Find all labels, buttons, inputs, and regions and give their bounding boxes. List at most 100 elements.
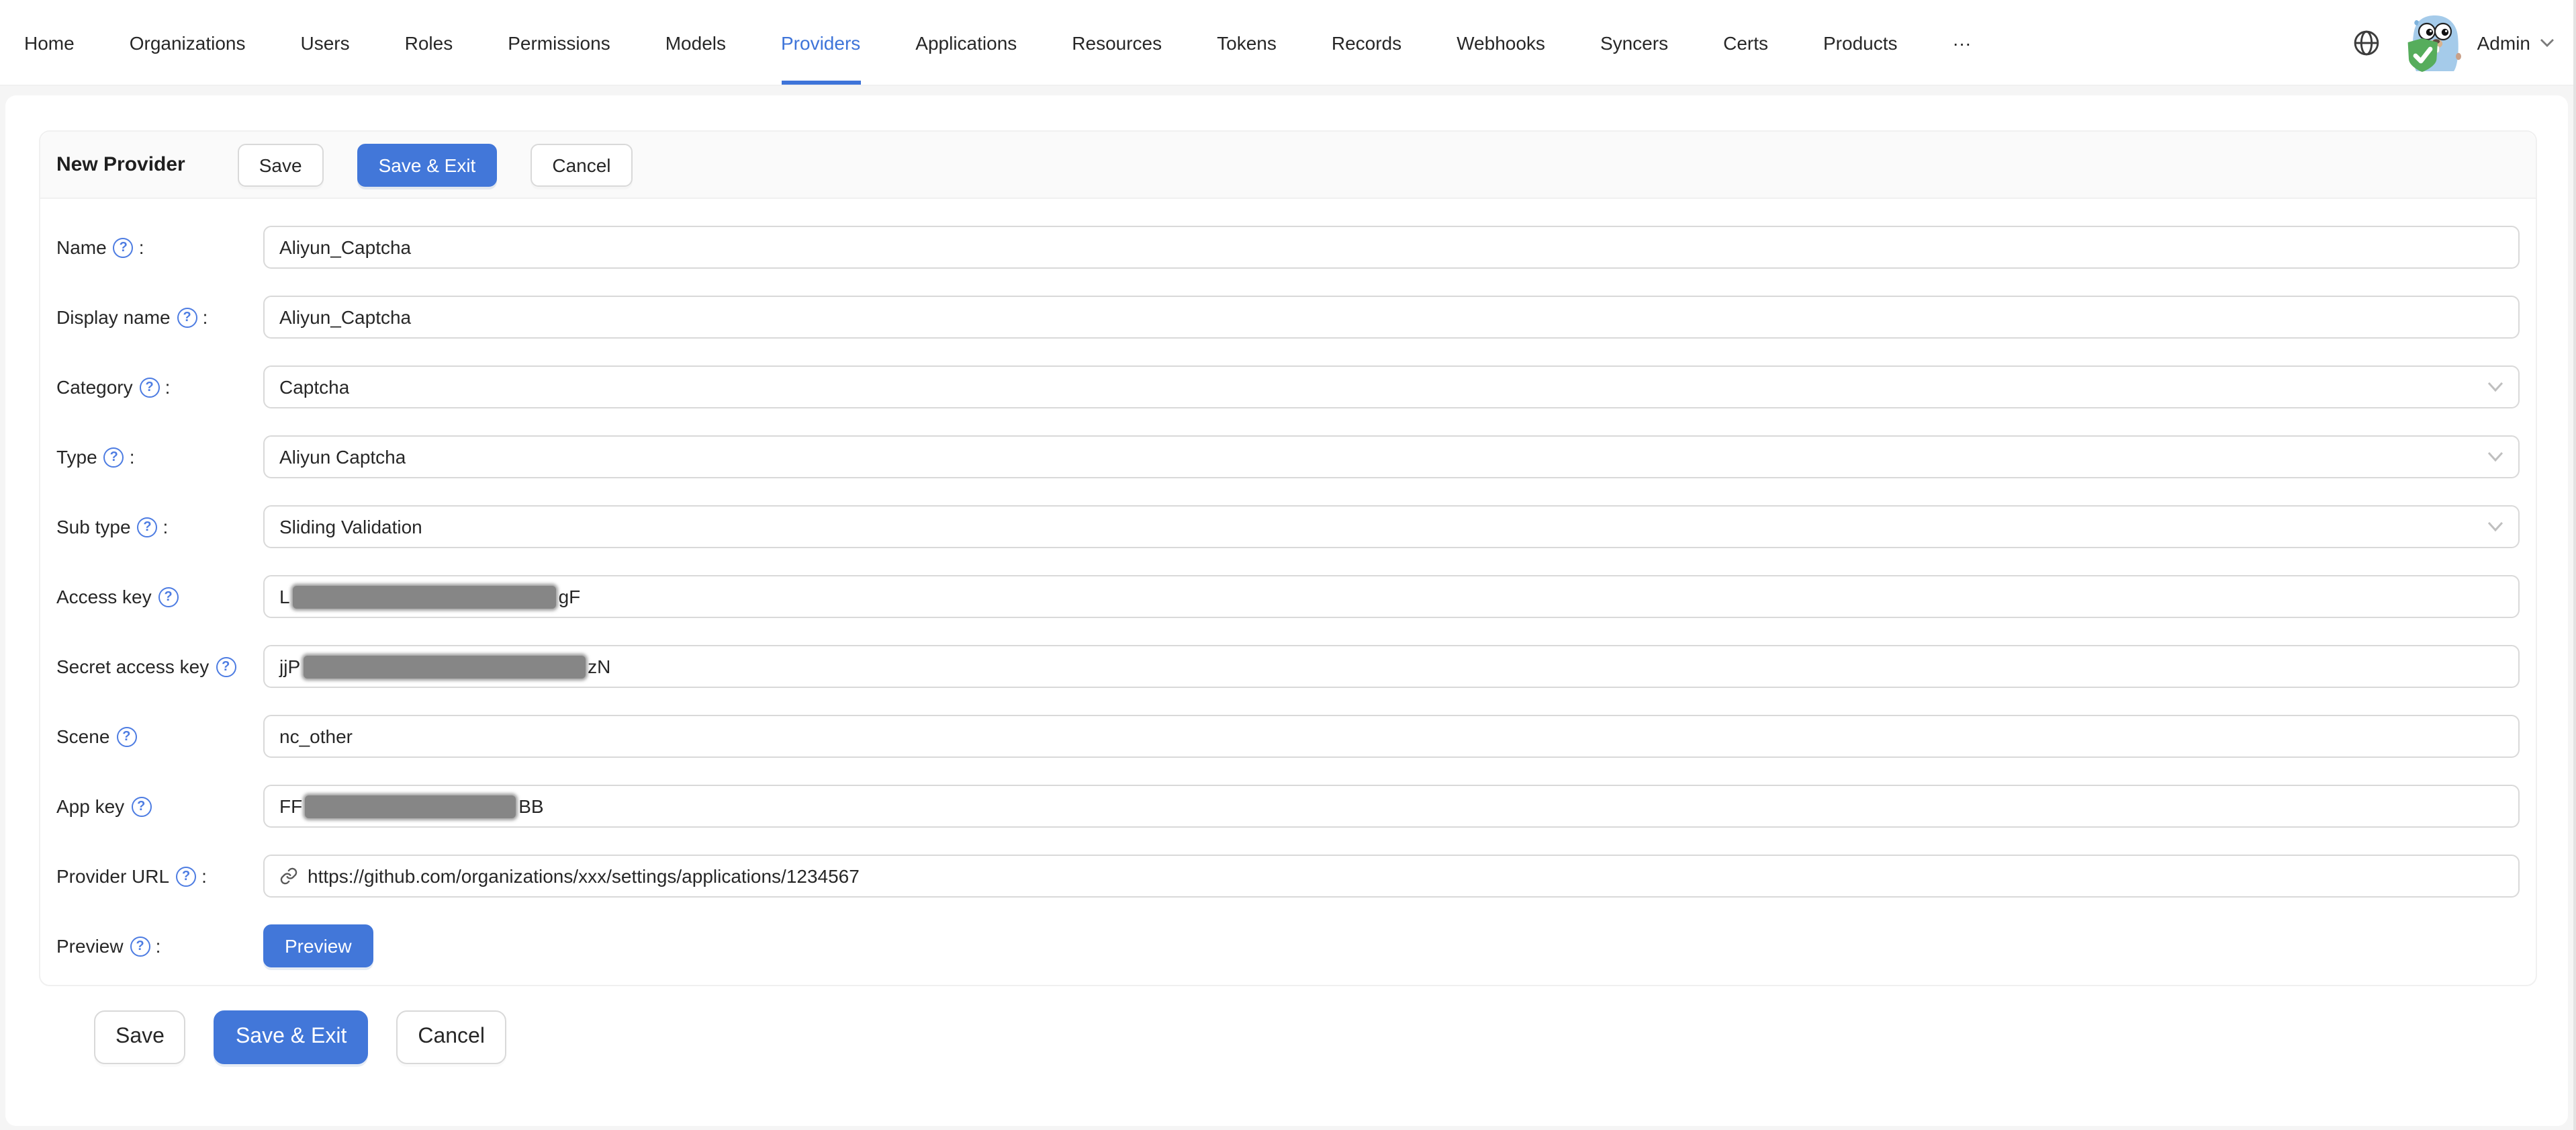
display-name-label: Display name ? : [56,306,263,328]
nav-item-overflow-ellipsis[interactable]: ··· [1953,0,1972,85]
top-nav: Home Organizations Users Roles Permissio… [0,0,2576,86]
cancel-button-bottom[interactable]: Cancel [396,1010,506,1064]
redaction-scribble [303,655,585,678]
value-prefix: L [279,586,290,607]
window-scrollbar[interactable] [2573,0,2576,1130]
secret-access-key-input[interactable]: jjP zN [263,645,2520,688]
field-row-name: Name ? : [56,226,2520,269]
question-circle-icon[interactable]: ? [116,726,136,746]
selected-value: Sliding Validation [279,516,422,537]
question-circle-icon[interactable]: ? [113,237,134,257]
scene-input[interactable] [263,715,2520,758]
access-key-label: Access key ? [56,586,263,607]
link-icon [279,867,298,885]
chevron-down-icon[interactable] [2540,37,2555,48]
name-input[interactable] [263,226,2520,269]
field-row-display-name: Display name ? : [56,296,2520,339]
secret-access-key-label: Secret access key ? [56,656,263,677]
question-circle-icon[interactable]: ? [177,307,197,327]
sub-type-select[interactable]: Sliding Validation [263,505,2520,548]
provider-url-label: Provider URL ? : [56,865,263,887]
save-and-exit-button-bottom[interactable]: Save & Exit [214,1010,368,1064]
label-text: Display name [56,306,171,328]
redaction-scribble [305,795,516,818]
label-text: Secret access key [56,656,209,677]
app-root: Home Organizations Users Roles Permissio… [0,0,2576,1130]
preview-label: Preview ? : [56,935,263,957]
save-button[interactable]: Save [238,143,324,186]
content-card: New Provider Save Save & Exit Cancel Nam… [5,95,2568,1126]
label-text: Provider URL [56,865,169,887]
access-key-input[interactable]: L gF [263,575,2520,618]
nav-item-roles[interactable]: Roles [405,0,453,85]
question-circle-icon[interactable]: ? [176,866,196,886]
field-row-scene: Scene ? [56,715,2520,758]
provider-edit-panel: New Provider Save Save & Exit Cancel Nam… [39,130,2537,986]
question-circle-icon[interactable]: ? [158,586,179,607]
label-text: Name [56,236,107,258]
category-select[interactable]: Captcha [263,365,2520,408]
save-button-bottom[interactable]: Save [94,1010,186,1064]
page-title: New Provider [56,153,185,176]
redaction-scribble [293,585,556,608]
question-circle-icon[interactable]: ? [216,656,236,677]
chevron-down-icon [2487,451,2503,463]
preview-button[interactable]: Preview [263,924,373,967]
nav-item-permissions[interactable]: Permissions [508,0,610,85]
globe-icon[interactable] [2352,28,2382,57]
question-circle-icon[interactable]: ? [130,936,150,956]
label-colon: : [201,865,207,887]
chevron-down-icon [2487,381,2503,393]
nav-menu: Home Organizations Users Roles Permissio… [24,0,1972,85]
nav-item-certs[interactable]: Certs [1723,0,1768,85]
nav-item-records[interactable]: Records [1332,0,1401,85]
nav-item-applications[interactable]: Applications [915,0,1017,85]
app-key-input[interactable]: FF BB [263,785,2520,828]
label-text: App key [56,795,124,817]
question-circle-icon[interactable]: ? [131,796,151,816]
nav-item-syncers[interactable]: Syncers [1600,0,1668,85]
provider-url-value: https://github.com/organizations/xxx/set… [308,865,860,887]
footer-actions: Save Save & Exit Cancel [94,1010,535,1064]
scene-label: Scene ? [56,726,263,747]
user-avatar[interactable] [2403,11,2465,73]
label-text: Preview [56,935,124,957]
display-name-input[interactable] [263,296,2520,339]
nav-right-section: Admin [2352,0,2576,85]
label-text: Scene [56,726,109,747]
selected-value: Captcha [279,376,349,398]
question-circle-icon[interactable]: ? [138,517,158,537]
name-label: Name ? : [56,236,263,258]
nav-item-models[interactable]: Models [665,0,726,85]
field-row-sub-type: Sub type ? : Sliding Validation [56,505,2520,548]
question-circle-icon[interactable]: ? [104,447,124,467]
app-key-label: App key ? [56,795,263,817]
type-select[interactable]: Aliyun Captcha [263,435,2520,478]
nav-item-users[interactable]: Users [301,0,350,85]
chevron-down-icon [2487,521,2503,533]
sub-type-label: Sub type ? : [56,516,263,537]
panel-header: New Provider Save Save & Exit Cancel [40,132,2536,199]
type-label: Type ? : [56,446,263,468]
cancel-button[interactable]: Cancel [531,143,632,186]
field-row-type: Type ? : Aliyun Captcha [56,435,2520,478]
field-row-category: Category ? : Captcha [56,365,2520,408]
value-suffix: zN [588,656,610,677]
field-row-secret-access-key: Secret access key ? jjP zN [56,645,2520,688]
save-and-exit-button[interactable]: Save & Exit [357,143,498,186]
label-text: Category [56,376,133,398]
nav-item-products[interactable]: Products [1823,0,1898,85]
nav-item-home[interactable]: Home [24,0,75,85]
label-text: Type [56,446,97,468]
nav-item-providers[interactable]: Providers [781,0,860,85]
provider-url-input[interactable]: https://github.com/organizations/xxx/set… [263,855,2520,898]
nav-item-resources[interactable]: Resources [1072,0,1162,85]
nav-item-organizations[interactable]: Organizations [130,0,246,85]
label-text: Access key [56,586,152,607]
user-name[interactable]: Admin [2477,32,2530,53]
label-colon: : [156,935,161,957]
nav-item-tokens[interactable]: Tokens [1217,0,1277,85]
label-text: Sub type [56,516,131,537]
nav-item-webhooks[interactable]: Webhooks [1457,0,1545,85]
question-circle-icon[interactable]: ? [140,377,160,397]
